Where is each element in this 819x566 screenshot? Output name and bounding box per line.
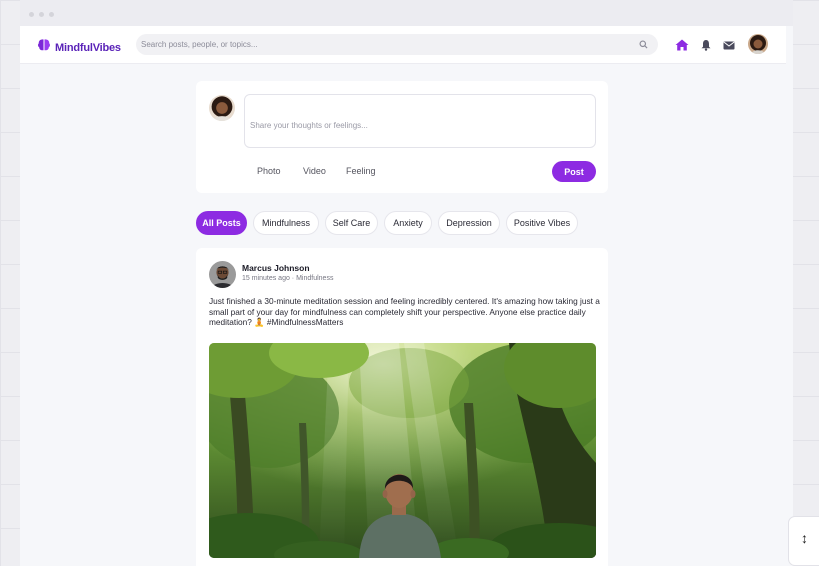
brain-icon [37, 38, 51, 57]
post-card: Marcus Johnson 15 minutes ago · Mindfuln… [196, 248, 608, 566]
top-navbar: MindfulVibes Search posts, people, or to… [20, 26, 786, 64]
composer-textarea[interactable]: Share your thoughts or feelings... [244, 94, 596, 148]
video-button[interactable]: Video [303, 166, 326, 176]
user-avatar[interactable] [748, 34, 768, 54]
bell-icon[interactable] [701, 38, 711, 56]
post-author-name[interactable]: Marcus Johnson [242, 263, 310, 273]
filter-self-care[interactable]: Self Care [325, 211, 378, 235]
logo[interactable]: MindfulVibes [37, 38, 121, 57]
composer-avatar [209, 95, 235, 121]
post-author-avatar[interactable] [209, 261, 236, 288]
forest-meditation-image [209, 343, 596, 558]
search-input[interactable]: Search posts, people, or topics... [141, 40, 639, 49]
feeling-button[interactable]: Feeling [346, 166, 376, 176]
app-name: MindfulVibes [55, 41, 121, 54]
search-icon[interactable] [639, 36, 648, 54]
filter-all-posts[interactable]: All Posts [196, 211, 247, 235]
mail-icon[interactable] [723, 38, 735, 56]
composer-placeholder: Share your thoughts or feelings... [250, 121, 368, 130]
window-dot [49, 12, 54, 17]
filter-mindfulness[interactable]: Mindfulness [253, 211, 319, 235]
window-titlebar [20, 0, 793, 26]
photo-button[interactable]: Photo [257, 166, 281, 176]
post-composer: Share your thoughts or feelings... Photo… [196, 81, 608, 193]
post-content: Just finished a 30-minute meditation ses… [209, 296, 600, 327]
post-button[interactable]: Post [552, 161, 596, 182]
side-widget[interactable]: ↕ [788, 516, 819, 566]
search-bar[interactable]: Search posts, people, or topics... [136, 34, 658, 55]
post-meta: 15 minutes ago · Mindfulness [242, 275, 334, 282]
window-dot [39, 12, 44, 17]
filter-anxiety[interactable]: Anxiety [384, 211, 432, 235]
app-window: MindfulVibes Search posts, people, or to… [20, 0, 793, 566]
filter-depression[interactable]: Depression [438, 211, 500, 235]
window-dot [29, 12, 34, 17]
filter-positive-vibes[interactable]: Positive Vibes [506, 211, 578, 235]
resize-handle-icon[interactable]: ↕ [801, 530, 808, 546]
home-icon[interactable] [675, 38, 689, 56]
